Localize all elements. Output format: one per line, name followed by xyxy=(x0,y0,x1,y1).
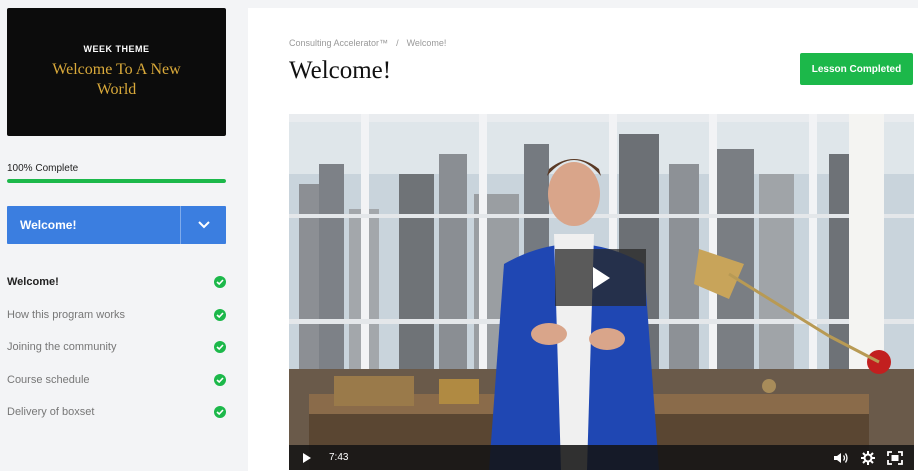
lesson-item[interactable]: Delivery of boxset xyxy=(0,396,240,429)
chevron-down-icon xyxy=(197,221,210,229)
video-controls: 7:43 xyxy=(289,445,914,470)
progress-fill xyxy=(7,179,226,183)
lesson-item[interactable]: Course schedule xyxy=(0,364,240,397)
page-title: Welcome! xyxy=(289,57,392,84)
lesson-label: Joining the community xyxy=(7,341,117,354)
volume-button[interactable] xyxy=(827,445,854,470)
progress-bar xyxy=(7,179,226,183)
fullscreen-icon xyxy=(886,450,903,465)
lesson-label: How this program works xyxy=(7,308,125,321)
settings-button[interactable] xyxy=(854,445,881,470)
lesson-item[interactable]: Welcome! xyxy=(0,266,240,299)
lesson-item[interactable]: Joining the community xyxy=(0,331,240,364)
volume-icon xyxy=(833,452,848,463)
lesson-list: Welcome! How this program works Joining … xyxy=(0,266,240,429)
big-play-button[interactable] xyxy=(555,249,646,306)
breadcrumb-course-link[interactable]: Consulting Accelerator™ xyxy=(289,38,388,48)
lesson-content: Consulting Accelerator™ / Welcome! Welcome… xyxy=(248,8,918,471)
theme-title: Welcome To A New World xyxy=(52,61,181,98)
play-icon xyxy=(592,266,610,289)
play-button[interactable] xyxy=(289,445,325,470)
check-circle-icon xyxy=(214,341,226,354)
check-circle-icon xyxy=(214,276,226,289)
lesson-label: Course schedule xyxy=(7,373,90,386)
breadcrumb: Consulting Accelerator™ / Welcome! xyxy=(289,38,446,48)
lesson-completed-button[interactable]: Lesson Completed xyxy=(800,53,913,85)
breadcrumb-separator: / xyxy=(396,38,399,48)
progress-label: 100% Complete xyxy=(7,163,79,174)
settings-icon xyxy=(860,450,875,465)
current-time: 7:43 xyxy=(329,452,349,463)
module-dropdown[interactable]: Welcome! xyxy=(7,206,226,244)
fullscreen-button[interactable] xyxy=(881,445,908,470)
module-label: Welcome! xyxy=(20,218,77,232)
lesson-label: Welcome! xyxy=(7,276,59,289)
check-circle-icon xyxy=(214,373,226,386)
lesson-item[interactable]: How this program works xyxy=(0,299,240,332)
check-circle-icon xyxy=(214,308,226,321)
theme-eyebrow: WEEK THEME xyxy=(83,44,150,54)
week-theme-card: WEEK THEME Welcome To A New World xyxy=(7,8,226,136)
module-toggle-button[interactable] xyxy=(180,206,226,244)
lesson-label: Delivery of boxset xyxy=(7,406,95,419)
check-circle-icon xyxy=(214,406,226,419)
play-icon xyxy=(303,452,311,463)
breadcrumb-current: Welcome! xyxy=(406,38,447,48)
video-player[interactable]: 7:43 xyxy=(289,114,914,470)
sidebar: WEEK THEME Welcome To A New World 100% C… xyxy=(0,0,240,471)
